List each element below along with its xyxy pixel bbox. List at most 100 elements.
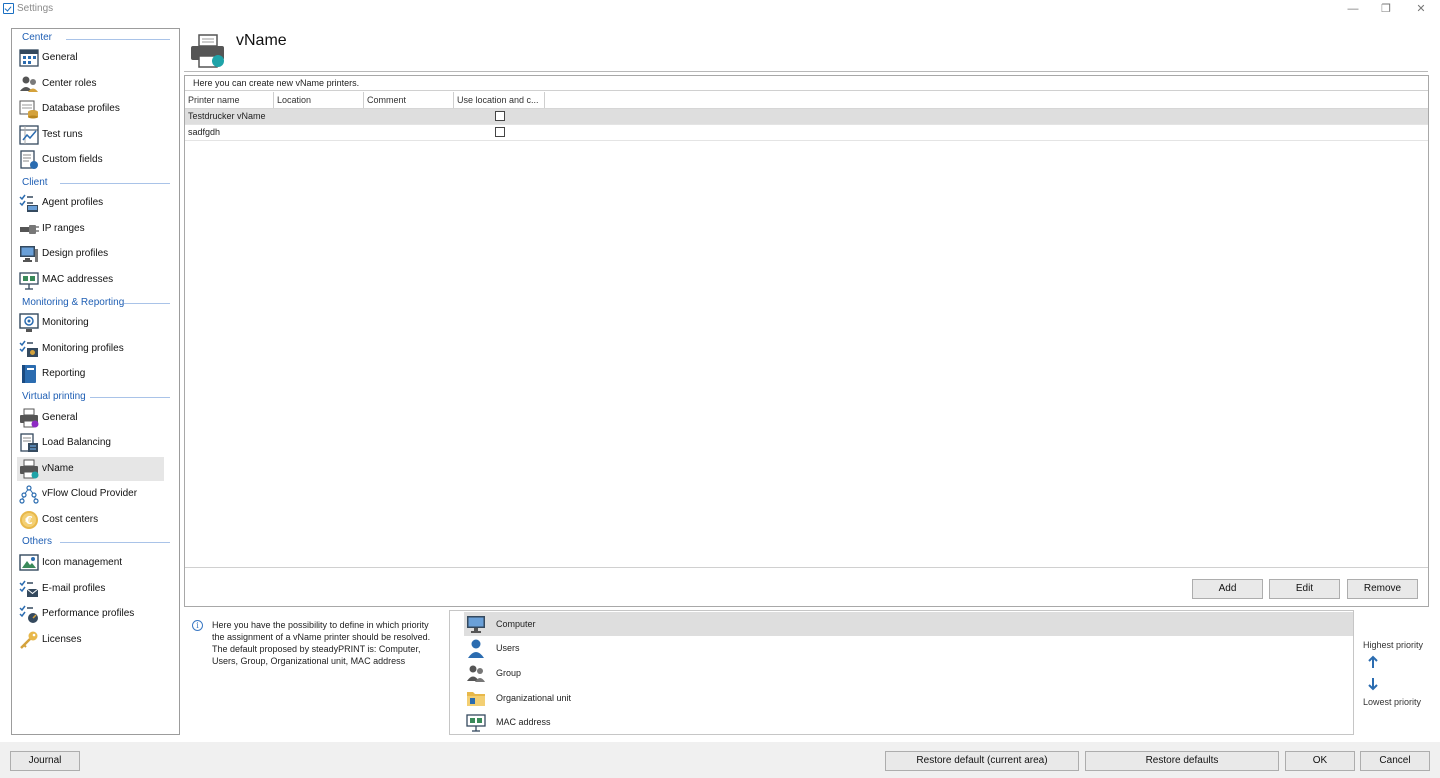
section-divider bbox=[60, 542, 170, 543]
title-bar: Settings — ❐ ✕ bbox=[0, 0, 1440, 18]
minimize-button[interactable]: — bbox=[1342, 1, 1364, 17]
sidebar-item-label: Database profiles bbox=[42, 103, 120, 114]
user-icon bbox=[468, 639, 484, 658]
journal-button[interactable]: Journal bbox=[10, 751, 80, 771]
section-divider bbox=[66, 39, 170, 40]
priority-item-users[interactable]: Users bbox=[464, 636, 1353, 660]
network-card-icon bbox=[466, 714, 486, 732]
network-nodes-icon bbox=[19, 485, 39, 504]
sidebar-item-monitoring[interactable]: Monitoring bbox=[17, 311, 164, 335]
sidebar-item-center-general[interactable]: General bbox=[17, 46, 164, 70]
button-area-divider bbox=[185, 567, 1428, 568]
sidebar-item-reporting[interactable]: Reporting bbox=[17, 362, 164, 386]
move-down-arrow-icon[interactable] bbox=[1367, 677, 1379, 691]
load-balancing-icon bbox=[20, 433, 38, 452]
vname-printers-panel: Here you can create new vName printers. … bbox=[184, 75, 1429, 607]
euro-coin-icon: € bbox=[20, 511, 38, 529]
sidebar-item-label: General bbox=[42, 52, 78, 63]
sidebar-item-monitoring-profiles[interactable]: Monitoring profiles bbox=[17, 337, 164, 361]
sidebar-item-custom-fields[interactable]: Custom fields bbox=[17, 148, 164, 172]
sidebar-item-center-roles[interactable]: Center roles bbox=[17, 72, 164, 96]
priority-item-label: Organizational unit bbox=[496, 693, 572, 703]
sidebar-item-label: Cost centers bbox=[42, 514, 99, 525]
header-divider bbox=[184, 71, 1428, 72]
sidebar-item-agent-profiles[interactable]: Agent profiles bbox=[17, 191, 164, 215]
sidebar-item-label: Reporting bbox=[42, 368, 86, 379]
use-location-checkbox[interactable] bbox=[495, 127, 505, 137]
printer-name-cell: Testdrucker vName bbox=[188, 111, 266, 121]
info-line: Here you have the possibility to define … bbox=[212, 620, 429, 630]
sidebar-item-label: Agent profiles bbox=[42, 197, 104, 208]
section-divider bbox=[124, 303, 170, 304]
sidebar-item-licenses[interactable]: Licenses bbox=[17, 628, 164, 652]
sidebar-item-ip-ranges[interactable]: IP ranges bbox=[17, 217, 164, 241]
info-icon: i bbox=[192, 620, 203, 631]
column-header-comment[interactable]: Comment bbox=[364, 92, 454, 108]
highest-priority-label: Highest priority bbox=[1363, 640, 1424, 650]
info-line: the assignment of a vName printer should… bbox=[212, 632, 431, 642]
priority-item-computer[interactable]: Computer bbox=[464, 612, 1353, 636]
sidebar-item-cost-centers[interactable]: € Cost centers bbox=[17, 508, 164, 532]
priority-item-mac-address[interactable]: MAC address bbox=[464, 710, 1353, 734]
sidebar-item-vflow-cloud-provider[interactable]: vFlow Cloud Provider bbox=[17, 482, 164, 506]
restore-default-current-button[interactable]: Restore default (current area) bbox=[885, 751, 1079, 771]
sidebar-item-virtual-general[interactable]: General bbox=[17, 406, 164, 430]
remove-button[interactable]: Remove bbox=[1347, 579, 1418, 599]
row-divider bbox=[185, 140, 1428, 141]
sidebar-item-label: Center roles bbox=[42, 78, 97, 89]
printer-teal-icon bbox=[20, 459, 39, 479]
section-header-others: Others bbox=[22, 536, 53, 547]
page-title: vName bbox=[236, 32, 287, 49]
cancel-button[interactable]: Cancel bbox=[1360, 751, 1430, 771]
hint-text: Here you can create new vName printers. bbox=[193, 78, 360, 88]
sidebar-item-design-profiles[interactable]: Design profiles bbox=[17, 242, 164, 266]
printer-purple-icon bbox=[20, 408, 39, 428]
sidebar-item-performance-profiles[interactable]: Performance profiles bbox=[17, 602, 164, 626]
sidebar-item-label: E-mail profiles bbox=[42, 583, 106, 594]
table-row[interactable]: Testdrucker vName bbox=[185, 109, 1428, 125]
info-line: The default proposed by steadyPRINT is: … bbox=[212, 644, 421, 654]
sidebar-item-label: Monitoring bbox=[42, 317, 89, 328]
column-header-location[interactable]: Location bbox=[274, 92, 364, 108]
sidebar-item-icon-management[interactable]: Icon management bbox=[17, 551, 164, 575]
sidebar-item-label: General bbox=[42, 412, 78, 423]
monitoring-profile-icon bbox=[19, 340, 38, 357]
section-divider bbox=[90, 397, 170, 398]
edit-button[interactable]: Edit bbox=[1269, 579, 1340, 599]
close-button[interactable]: ✕ bbox=[1410, 1, 1432, 17]
ok-button[interactable]: OK bbox=[1285, 751, 1355, 771]
section-header-center: Center bbox=[22, 32, 53, 43]
table-row[interactable]: sadfgdh bbox=[185, 125, 1428, 141]
section-divider bbox=[60, 183, 170, 184]
column-header-printer-name[interactable]: Printer name bbox=[185, 92, 274, 108]
sidebar-item-email-profiles[interactable]: E-mail profiles bbox=[17, 577, 164, 601]
sidebar-item-load-balancing[interactable]: Load Balancing bbox=[17, 431, 164, 455]
add-button[interactable]: Add bbox=[1192, 579, 1263, 599]
sidebar-item-vname[interactable]: vName bbox=[17, 457, 164, 481]
window-title: Settings bbox=[17, 3, 54, 14]
monitoring-icon bbox=[19, 313, 39, 332]
section-header-virtual-printing: Virtual printing bbox=[22, 391, 86, 402]
restore-defaults-button[interactable]: Restore defaults bbox=[1085, 751, 1279, 771]
key-icon bbox=[20, 631, 38, 649]
network-card-icon bbox=[19, 272, 39, 290]
sidebar-item-test-runs[interactable]: Test runs bbox=[17, 123, 164, 147]
book-icon bbox=[22, 365, 36, 383]
printer-name-cell: sadfgdh bbox=[188, 127, 221, 137]
sidebar-item-database-profiles[interactable]: Database profiles bbox=[17, 97, 164, 121]
sidebar-item-label: Licenses bbox=[42, 634, 82, 645]
settings-sidebar: Center General Center roles Database pro… bbox=[11, 28, 180, 735]
restore-button[interactable]: ❐ bbox=[1375, 1, 1397, 17]
group-icon bbox=[467, 665, 485, 682]
sidebar-item-label: Test runs bbox=[42, 129, 83, 140]
column-header-use-location[interactable]: Use location and c... bbox=[454, 92, 545, 108]
move-up-arrow-icon[interactable] bbox=[1367, 655, 1379, 669]
priority-item-organizational-unit[interactable]: Organizational unit bbox=[464, 686, 1353, 710]
folder-icon bbox=[467, 692, 485, 706]
section-header-client: Client bbox=[22, 177, 48, 188]
priority-item-group[interactable]: Group bbox=[464, 661, 1353, 685]
use-location-checkbox[interactable] bbox=[495, 111, 505, 121]
priority-item-label: Users bbox=[496, 643, 520, 653]
priority-item-label: MAC address bbox=[496, 717, 551, 727]
sidebar-item-mac-addresses[interactable]: MAC addresses bbox=[17, 268, 164, 292]
